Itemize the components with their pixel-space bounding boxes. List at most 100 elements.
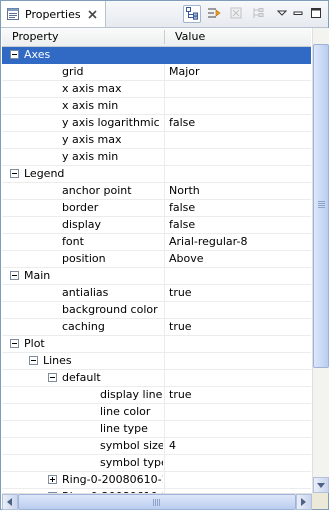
scroll-down-button[interactable] xyxy=(313,477,329,493)
property-value[interactable] xyxy=(165,421,311,437)
property-cell[interactable]: antialias xyxy=(2,285,163,301)
property-value[interactable] xyxy=(165,404,311,420)
property-cell[interactable]: caching xyxy=(2,319,163,335)
property-cell[interactable]: position xyxy=(2,251,163,267)
property-row[interactable]: x axis max xyxy=(2,81,311,98)
property-value[interactable] xyxy=(165,302,311,318)
collapse-icon[interactable] xyxy=(10,339,19,348)
property-row[interactable]: position Above xyxy=(2,251,311,268)
property-value[interactable] xyxy=(165,47,311,63)
property-cell[interactable]: y axis min xyxy=(2,149,163,165)
property-cell[interactable]: Lines xyxy=(2,353,163,369)
property-row[interactable]: grid Major xyxy=(2,64,311,81)
property-value[interactable] xyxy=(165,370,311,386)
property-row[interactable]: line color xyxy=(2,404,311,421)
property-value[interactable] xyxy=(165,81,311,97)
property-row[interactable]: display line true xyxy=(2,387,311,404)
property-value[interactable] xyxy=(165,472,311,488)
property-row[interactable]: y axis max xyxy=(2,132,311,149)
property-row[interactable]: symbol type xyxy=(2,455,311,472)
property-value[interactable]: true xyxy=(165,285,311,301)
property-value[interactable] xyxy=(165,455,311,471)
collapse-icon[interactable] xyxy=(48,373,57,382)
property-cell[interactable]: default xyxy=(2,370,163,386)
property-cell[interactable]: Legend xyxy=(2,166,163,182)
vertical-scrollbar[interactable] xyxy=(312,28,329,493)
property-value[interactable] xyxy=(165,132,311,148)
property-cell[interactable]: symbol size xyxy=(2,438,163,454)
property-cell[interactable]: anchor point xyxy=(2,183,163,199)
property-value[interactable]: North xyxy=(165,183,311,199)
property-row[interactable]: caching true xyxy=(2,319,311,336)
scroll-left-button[interactable] xyxy=(2,494,18,510)
column-header-value[interactable]: Value xyxy=(165,28,310,46)
property-cell[interactable]: display xyxy=(2,217,163,233)
property-cell[interactable]: y axis max xyxy=(2,132,163,148)
horizontal-scrollbar[interactable] xyxy=(2,493,312,510)
property-row[interactable]: x axis min xyxy=(2,98,311,115)
property-cell[interactable]: symbol type xyxy=(2,455,163,471)
properties-tab[interactable]: Properties xyxy=(1,1,106,27)
vertical-scroll-thumb[interactable] xyxy=(313,44,329,368)
collapse-icon[interactable] xyxy=(29,356,38,365)
restore-default-button[interactable] xyxy=(227,5,245,23)
property-row[interactable]: display false xyxy=(2,217,311,234)
property-cell[interactable]: Ring-0-20080610-14 xyxy=(2,472,163,488)
scroll-right-button[interactable] xyxy=(296,494,312,510)
horizontal-scroll-thumb[interactable] xyxy=(18,494,296,510)
collapse-icon[interactable] xyxy=(10,169,19,178)
tree-category-row[interactable]: Axes xyxy=(2,47,311,64)
property-value[interactable] xyxy=(165,149,311,165)
tree-category-row[interactable]: Ring-0-20080610-14 xyxy=(2,472,311,489)
property-row[interactable]: border false xyxy=(2,200,311,217)
property-value[interactable] xyxy=(165,98,311,114)
property-value[interactable] xyxy=(165,268,311,284)
collapse-icon[interactable] xyxy=(10,271,19,280)
tree-category-row[interactable]: Plot xyxy=(2,336,311,353)
close-icon[interactable] xyxy=(87,9,98,20)
property-value[interactable]: true xyxy=(165,387,311,403)
property-cell[interactable]: y axis logarithmic xyxy=(2,115,163,131)
property-row[interactable]: font Arial-regular-8 xyxy=(2,234,311,251)
property-row[interactable]: line type xyxy=(2,421,311,438)
property-row[interactable]: background color xyxy=(2,302,311,319)
maximize-button[interactable] xyxy=(307,5,325,23)
property-row[interactable]: antialias true xyxy=(2,285,311,302)
property-row[interactable]: y axis min xyxy=(2,149,311,166)
property-value[interactable]: true xyxy=(165,319,311,335)
tree-category-row[interactable]: Main xyxy=(2,268,311,285)
property-cell[interactable]: x axis min xyxy=(2,98,163,114)
property-value[interactable] xyxy=(165,166,311,182)
property-value[interactable]: Major xyxy=(165,64,311,80)
property-row[interactable]: symbol size 4 xyxy=(2,438,311,455)
property-value[interactable]: false xyxy=(165,200,311,216)
collapse-icon[interactable] xyxy=(10,50,19,59)
expand-icon[interactable] xyxy=(48,475,57,484)
property-row[interactable]: y axis logarithmic false xyxy=(2,115,311,132)
property-cell[interactable]: Main xyxy=(2,268,163,284)
property-value[interactable]: Arial-regular-8 xyxy=(165,234,311,250)
minimize-button[interactable] xyxy=(289,5,307,23)
property-value[interactable]: false xyxy=(165,115,311,131)
property-value[interactable]: 4 xyxy=(165,438,311,454)
property-value[interactable]: Above xyxy=(165,251,311,267)
show-advanced-button[interactable] xyxy=(205,5,223,23)
property-cell[interactable]: font xyxy=(2,234,163,250)
property-cell[interactable]: border xyxy=(2,200,163,216)
property-value[interactable] xyxy=(165,353,311,369)
column-header-property[interactable]: Property xyxy=(2,28,163,46)
property-cell[interactable]: line type xyxy=(2,421,163,437)
filter-button[interactable] xyxy=(249,5,267,23)
tree-category-row[interactable]: Lines xyxy=(2,353,311,370)
property-row[interactable]: anchor point North xyxy=(2,183,311,200)
tree-category-row[interactable]: Legend xyxy=(2,166,311,183)
property-value[interactable]: false xyxy=(165,217,311,233)
property-cell[interactable]: x axis max xyxy=(2,81,163,97)
property-value[interactable] xyxy=(165,336,311,352)
property-cell[interactable]: display line xyxy=(2,387,163,403)
property-cell[interactable]: background color xyxy=(2,302,163,318)
show-categories-button[interactable] xyxy=(183,5,201,23)
property-cell[interactable]: Axes xyxy=(2,47,163,63)
property-cell[interactable]: Plot xyxy=(2,336,163,352)
tree-category-row[interactable]: default xyxy=(2,370,311,387)
